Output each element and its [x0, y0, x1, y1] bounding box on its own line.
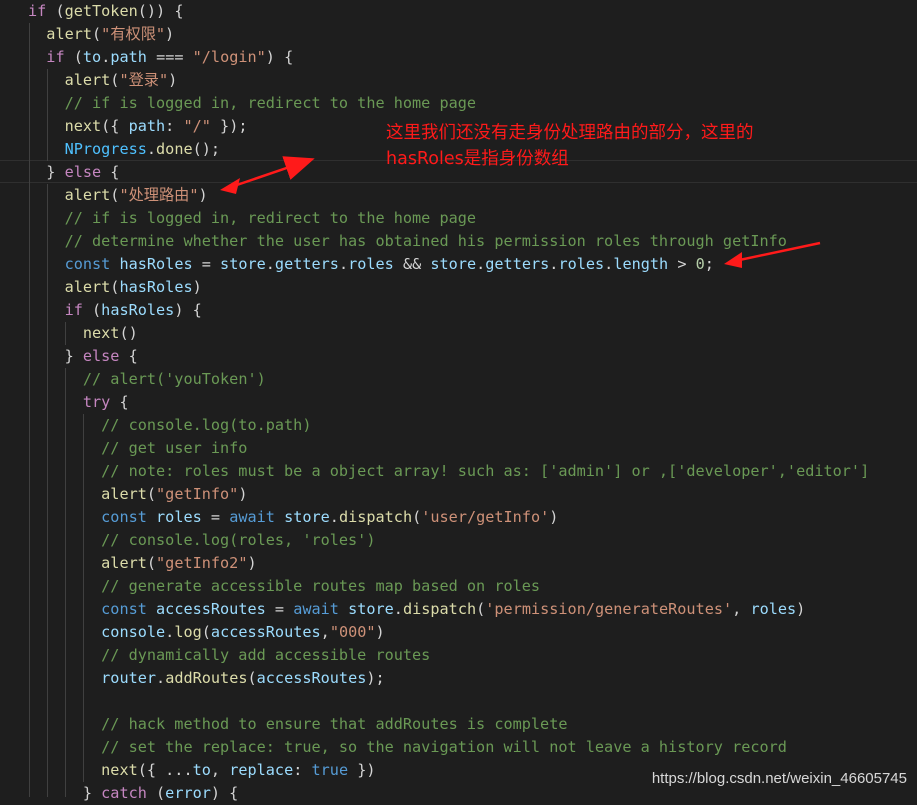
- arrow-to-alert: [227, 156, 315, 190]
- code-editor[interactable]: if (getToken()) { alert("有权限") if (to.pa…: [0, 0, 917, 802]
- arrowhead-alert: [220, 178, 240, 194]
- watermark: https://blog.csdn.net/weixin_46605745: [651, 770, 907, 787]
- arrow-to-hasroles: [729, 241, 821, 264]
- annotation-note: 这里我们还没有走身份处理路由的部分，这里的hasRoles是指身份数组: [386, 123, 754, 169]
- arrowhead-hasroles: [724, 252, 742, 268]
